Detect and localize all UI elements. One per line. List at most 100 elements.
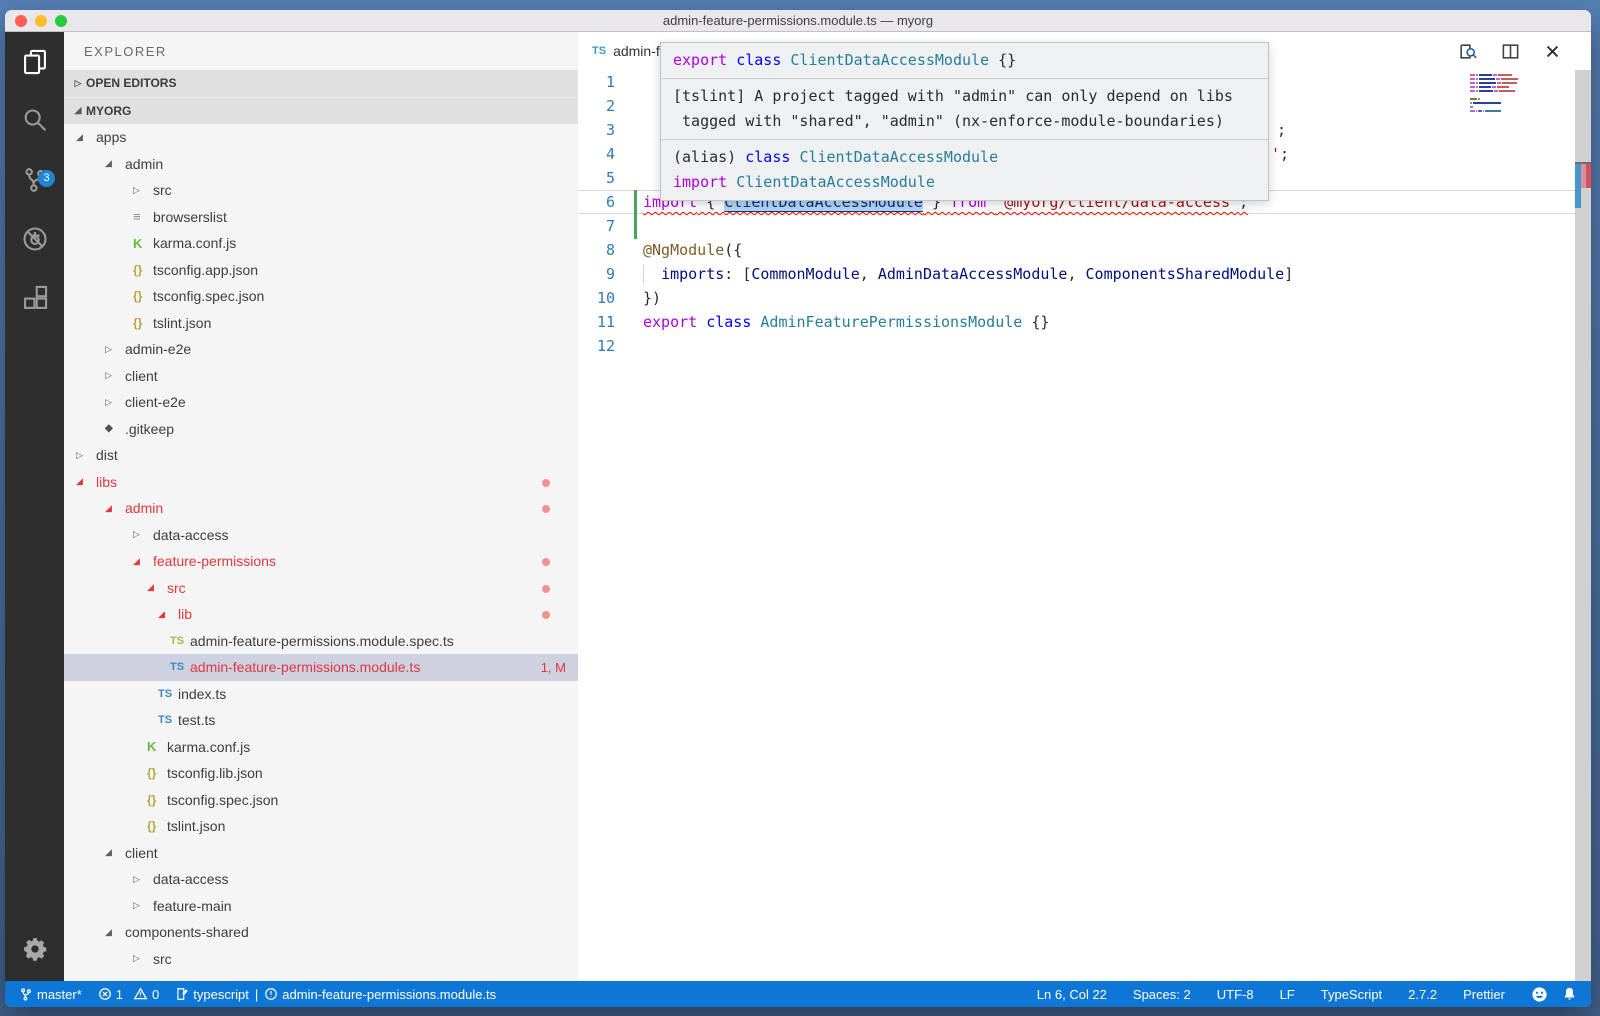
error-dot-badge <box>542 585 550 593</box>
chevron-down-icon: ◢ <box>158 609 178 620</box>
tree-item-.gitkeep[interactable]: ◆.gitkeep <box>64 416 578 443</box>
tree-item-feature-permissions[interactable]: ◢feature-permissions <box>64 548 578 575</box>
explorer-icon[interactable] <box>5 32 64 91</box>
gutter <box>615 118 643 142</box>
tree-item-label: src <box>153 951 172 967</box>
json-file-icon: {} <box>133 289 153 303</box>
tree-item-tsconfig.spec.json[interactable]: {}tsconfig.spec.json <box>64 283 578 310</box>
tree-item-apps[interactable]: ◢apps <box>64 124 578 151</box>
code-text: export class AdminFeaturePermissionsModu… <box>643 310 1049 334</box>
tree-item-client[interactable]: ▷client <box>64 363 578 390</box>
tree-item-label: dist <box>96 447 118 463</box>
title-bar: admin-feature-permissions.module.ts — my… <box>5 10 1591 32</box>
error-dot-badge <box>542 611 550 619</box>
error-count: 1 <box>116 987 123 1002</box>
tslint-status-item[interactable]: typescript | admin-feature-permissions.m… <box>175 987 496 1002</box>
tree-item-data-access[interactable]: ▷data-access <box>64 522 578 549</box>
code-line-10[interactable]: 10}) <box>578 286 1575 310</box>
extensions-icon[interactable] <box>5 268 64 327</box>
tree-item-karma.conf.js[interactable]: Kkarma.conf.js <box>64 734 578 761</box>
gutter <box>615 286 643 310</box>
overview-ruler[interactable] <box>1575 70 1591 981</box>
window-title: admin-feature-permissions.module.ts — my… <box>5 13 1591 28</box>
tree-item-tsconfig.app.json[interactable]: {}tsconfig.app.json <box>64 257 578 284</box>
tree-item-tsconfig.spec.json[interactable]: {}tsconfig.spec.json <box>64 787 578 814</box>
close-editor-icon[interactable] <box>1544 43 1561 60</box>
line-number: 1 <box>578 70 615 94</box>
notifications-bell-icon[interactable] <box>1562 986 1577 1002</box>
open-changes-icon[interactable] <box>1458 42 1477 61</box>
ts-version-item[interactable]: 2.7.2 <box>1408 987 1437 1002</box>
minimap[interactable] <box>1470 74 1533 114</box>
tree-item-data-access[interactable]: ▷data-access <box>64 866 578 893</box>
settings-gear-icon[interactable] <box>5 917 64 981</box>
open-editors-section[interactable]: ▷ OPEN EDITORS <box>64 70 578 98</box>
json-file-icon: {} <box>147 793 167 807</box>
tree-item-label: tsconfig.spec.json <box>167 792 278 808</box>
tree-item-karma.conf.js[interactable]: Kkarma.conf.js <box>64 230 578 257</box>
tree-item-test.ts[interactable]: TStest.ts <box>64 707 578 734</box>
code-line-9[interactable]: 9 imports: [CommonModule, AdminDataAcces… <box>578 262 1575 286</box>
tree-item-dist[interactable]: ▷dist <box>64 442 578 469</box>
eol-item[interactable]: LF <box>1280 987 1295 1002</box>
error-dot-badge <box>542 479 550 487</box>
line-number: 2 <box>578 94 615 118</box>
tree-item-tslint.json[interactable]: {}tslint.json <box>64 813 578 840</box>
chevron-down-icon: ◢ <box>105 927 125 938</box>
tree-item-label: admin <box>125 156 163 172</box>
tree-item-admin[interactable]: ◢admin <box>64 495 578 522</box>
tree-item-src[interactable]: ▷src <box>64 177 578 204</box>
feedback-smiley-icon[interactable] <box>1531 986 1548 1003</box>
tree-item-admin[interactable]: ◢admin <box>64 151 578 178</box>
chevron-right-icon: ▷ <box>133 900 153 911</box>
typescript-file-icon: TS <box>592 45 606 57</box>
git-branch-item[interactable]: master* <box>19 987 82 1002</box>
debug-disabled-icon[interactable] <box>5 209 64 268</box>
tree-item-src[interactable]: ▷src <box>64 946 578 973</box>
tree-item-admin-feature-permissions.module.spec.ts[interactable]: TSadmin-feature-permissions.module.spec.… <box>64 628 578 655</box>
encoding-item[interactable]: UTF-8 <box>1217 987 1254 1002</box>
tree-item-tslint.json[interactable]: {}tslint.json <box>64 310 578 337</box>
tree-item-tsconfig.lib.json[interactable]: {}tsconfig.lib.json <box>64 760 578 787</box>
tree-item-admin-feature-permissions.module.ts[interactable]: TSadmin-feature-permissions.module.ts1, … <box>64 654 578 681</box>
source-control-icon[interactable] <box>5 150 64 209</box>
cursor-position-item[interactable]: Ln 6, Col 22 <box>1037 987 1107 1002</box>
tree-item-lib[interactable]: ◢lib <box>64 601 578 628</box>
gutter <box>615 334 643 358</box>
tree-item-feature-main[interactable]: ▷feature-main <box>64 893 578 920</box>
tree-item-components-shared[interactable]: ◢components-shared <box>64 919 578 946</box>
code-line-11[interactable]: 11export class AdminFeaturePermissionsMo… <box>578 310 1575 334</box>
gutter <box>615 166 643 190</box>
code-line-12[interactable]: 12 <box>578 334 1575 358</box>
search-icon[interactable] <box>5 91 64 150</box>
tree-item-index.ts[interactable]: TSindex.ts <box>64 681 578 708</box>
tree-item-label: components-shared <box>125 924 249 940</box>
tree-item-admin-e2e[interactable]: ▷admin-e2e <box>64 336 578 363</box>
tree-item-browserslist[interactable]: ≡browserslist <box>64 204 578 231</box>
chevron-down-icon: ◢ <box>70 105 86 116</box>
vscode-window: admin-feature-permissions.module.ts — my… <box>5 10 1591 1007</box>
problems-modified-badge: 1, M <box>541 660 566 675</box>
code-line-8[interactable]: 8@NgModule({ <box>578 238 1575 262</box>
tree-item-client[interactable]: ◢client <box>64 840 578 867</box>
indentation-item[interactable]: Spaces: 2 <box>1133 987 1191 1002</box>
status-bar: master* 1 0 typescript | admin-feature-p… <box>5 981 1591 1007</box>
tree-item-src[interactable]: ◢src <box>64 575 578 602</box>
formatter-item[interactable]: Prettier <box>1463 987 1505 1002</box>
hover-tooltip: export class ClientDataAccessModule {} [… <box>660 42 1269 201</box>
code-text: '; <box>1271 142 1289 166</box>
split-editor-icon[interactable] <box>1501 42 1520 61</box>
chevron-right-icon: ▷ <box>133 529 153 540</box>
line-number: 5 <box>578 166 615 190</box>
tree-item-label: data-access <box>153 871 228 887</box>
tree-item-libs[interactable]: ◢libs <box>64 469 578 496</box>
language-mode-item[interactable]: TypeScript <box>1321 987 1382 1002</box>
tree-item-client-e2e[interactable]: ▷client-e2e <box>64 389 578 416</box>
workspace-root-section[interactable]: ◢ MYORG <box>64 98 578 125</box>
line-number: 4 <box>578 142 615 166</box>
code-line-7[interactable]: 7 <box>578 214 1575 238</box>
gutter <box>615 94 643 118</box>
json-file-icon: {} <box>147 819 167 833</box>
problems-item[interactable]: 1 0 <box>98 987 159 1002</box>
code-text: imports: [CommonModule, AdminDataAccessM… <box>643 262 1293 286</box>
